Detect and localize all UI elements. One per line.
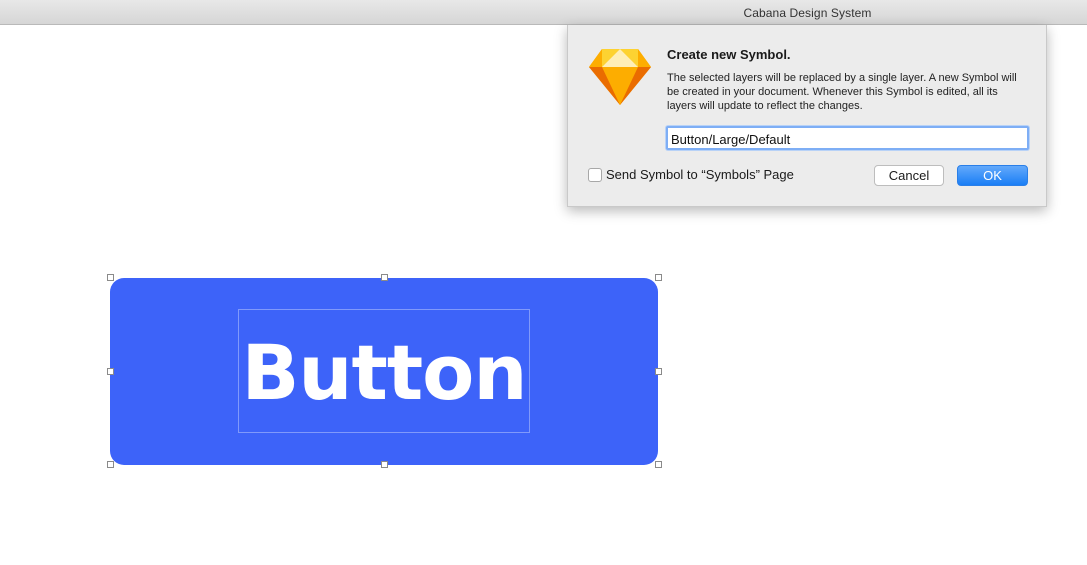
selection-handle-bottom-right[interactable] [655, 461, 662, 468]
send-to-symbols-page-label[interactable]: Send Symbol to “Symbols” Page [606, 167, 794, 182]
selection-handle-middle-left[interactable] [107, 368, 114, 375]
ok-button[interactable]: OK [957, 165, 1028, 186]
window-titlebar[interactable]: Cabana Design System [0, 0, 1087, 25]
symbol-name-input[interactable] [666, 126, 1029, 150]
cancel-button[interactable]: Cancel [874, 165, 944, 186]
selection-handle-top-right[interactable] [655, 274, 662, 281]
selection-handle-bottom-middle[interactable] [381, 461, 388, 468]
create-symbol-dialog: Create new Symbol. The selected layers w… [567, 25, 1047, 207]
selection-handle-middle-right[interactable] [655, 368, 662, 375]
button-text-layer[interactable]: Button [238, 318, 530, 428]
selection-handle-top-middle[interactable] [381, 274, 388, 281]
selection-handle-top-left[interactable] [107, 274, 114, 281]
window-title: Cabana Design System [743, 6, 872, 20]
send-to-symbols-page-checkbox[interactable] [588, 168, 602, 182]
dialog-description: The selected layers will be replaced by … [667, 72, 1017, 112]
dialog-title: Create new Symbol. [667, 47, 791, 62]
sketch-diamond-icon [589, 49, 651, 105]
selection-handle-bottom-left[interactable] [107, 461, 114, 468]
